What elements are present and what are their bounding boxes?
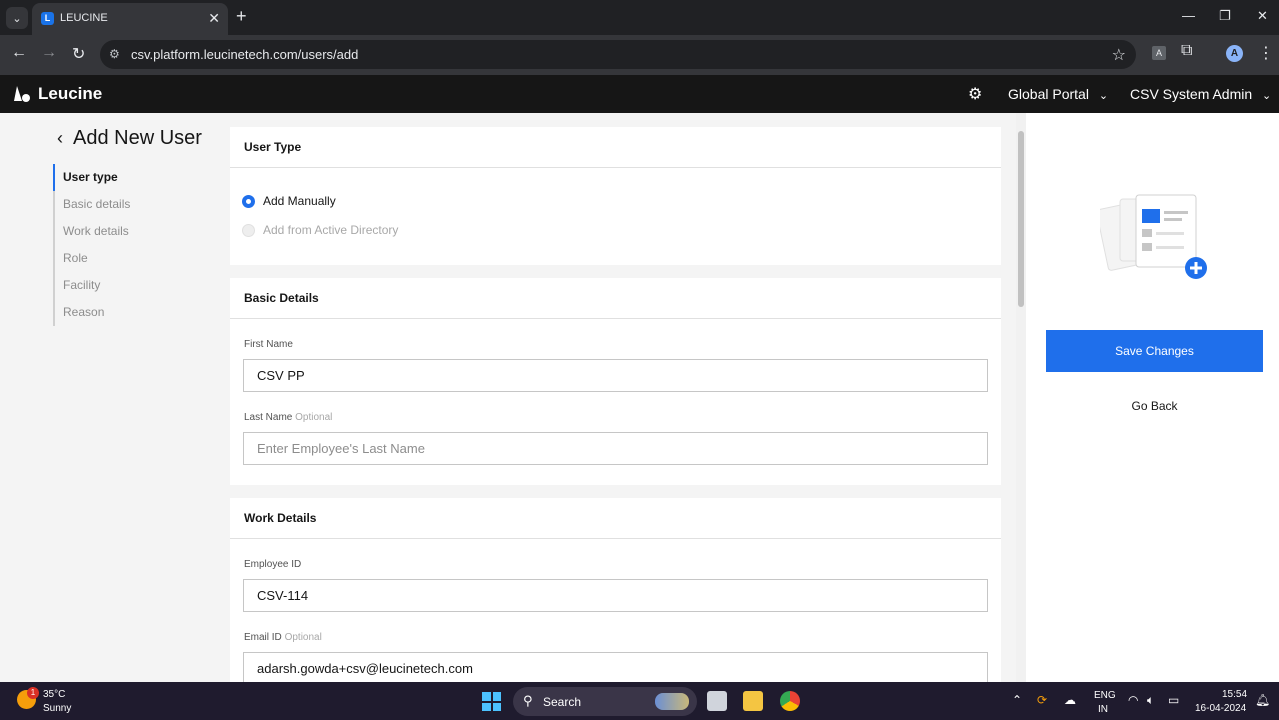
last-name-label: Last Name Optional bbox=[244, 412, 332, 423]
chevron-down-icon: ⌄ bbox=[1098, 90, 1109, 102]
step-role[interactable]: Role bbox=[55, 245, 130, 272]
weather-temperature[interactable]: 35°C bbox=[43, 689, 65, 700]
minimize-icon[interactable]: — bbox=[1182, 8, 1195, 23]
site-info-icon[interactable]: ⚙ bbox=[109, 47, 120, 61]
email-label: Email ID Optional bbox=[244, 632, 322, 643]
email-field[interactable]: adarsh.gowda+csv@leucinetech.com bbox=[243, 652, 988, 682]
file-explorer-icon[interactable] bbox=[743, 691, 763, 711]
sync-icon[interactable]: ⟳ bbox=[1037, 693, 1047, 707]
user-menu-label: CSV System Admin bbox=[1130, 86, 1253, 102]
chevron-down-icon: ⌄ bbox=[1262, 90, 1272, 102]
leucine-logo-icon bbox=[14, 86, 30, 102]
url-text[interactable]: csv.platform.leucinetech.com/users/add bbox=[131, 47, 358, 62]
app-logo-text[interactable]: Leucine bbox=[38, 84, 102, 104]
browser-tab[interactable]: L LEUCINE ✕ bbox=[32, 3, 228, 35]
basic-details-heading: Basic Details bbox=[230, 278, 1001, 319]
region-indicator[interactable]: IN bbox=[1098, 704, 1108, 715]
work-details-card: Work Details Employee ID CSV-114 Email I… bbox=[230, 498, 1001, 682]
step-work-details[interactable]: Work details bbox=[55, 218, 130, 245]
back-arrow-icon[interactable]: ← bbox=[11, 44, 27, 62]
taskbar-search-label: Search bbox=[543, 695, 582, 709]
global-portal-label: Global Portal bbox=[1008, 86, 1089, 102]
main-content: ‹ Add New User User type Basic details W… bbox=[40, 113, 1026, 682]
basic-details-card: Basic Details First Name CSV PP Last Nam… bbox=[230, 278, 1001, 485]
page-title-row: ‹ Add New User bbox=[57, 127, 202, 150]
first-name-label: First Name bbox=[244, 339, 293, 350]
user-type-heading: User Type bbox=[230, 127, 1001, 168]
window-close-icon[interactable]: ✕ bbox=[1257, 8, 1268, 24]
search-highlight-icon bbox=[655, 693, 689, 710]
last-name-label-text: Last Name bbox=[244, 412, 293, 423]
app-header: Leucine ⚙ Global Portal ⌄ CSV System Adm… bbox=[0, 75, 1279, 113]
tab-title: LEUCINE bbox=[60, 12, 108, 24]
clock-time[interactable]: 15:54 bbox=[1222, 689, 1247, 700]
windows-taskbar: 1 35°C Sunny ⚲ Search ⌃ ⟳ ☁ ENG IN ◠ 🔈︎ … bbox=[0, 682, 1279, 720]
forward-arrow-icon[interactable]: → bbox=[41, 44, 57, 62]
tab-close-icon[interactable]: ✕ bbox=[208, 10, 220, 27]
radio-add-manually-label: Add Manually bbox=[263, 194, 336, 208]
employee-id-field[interactable]: CSV-114 bbox=[243, 579, 988, 612]
clock-date[interactable]: 16-04-2024 bbox=[1195, 703, 1246, 714]
global-portal-menu[interactable]: Global Portal ⌄ bbox=[1008, 86, 1108, 102]
work-details-heading: Work Details bbox=[230, 498, 1001, 539]
go-back-button[interactable]: Go Back bbox=[1046, 393, 1263, 419]
weather-condition[interactable]: Sunny bbox=[43, 703, 71, 714]
employee-id-label: Employee ID bbox=[244, 559, 301, 570]
search-icon: ⚲ bbox=[523, 693, 533, 708]
volume-icon[interactable]: 🔈︎ bbox=[1147, 693, 1154, 708]
first-name-label-text: First Name bbox=[244, 339, 293, 350]
user-type-card: User Type Add Manually Add from Active D… bbox=[230, 127, 1001, 265]
browser-tab-bar: ⌄ L LEUCINE ✕ + — ❐ ✕ bbox=[0, 0, 1279, 35]
leucine-favicon-icon: L bbox=[41, 12, 54, 25]
last-name-field[interactable]: Enter Employee's Last Name bbox=[243, 432, 988, 465]
windows-start-icon[interactable] bbox=[482, 692, 501, 711]
scroll-thumb[interactable] bbox=[1018, 131, 1024, 307]
wifi-icon[interactable]: ◠ bbox=[1128, 693, 1138, 707]
task-view-icon[interactable] bbox=[707, 691, 727, 711]
browser-menu-icon[interactable]: ⋮ bbox=[1258, 43, 1274, 63]
radio-add-from-ad[interactable]: Add from Active Directory bbox=[242, 223, 398, 237]
tray-overflow-icon[interactable]: ⌃ bbox=[1012, 693, 1022, 707]
left-gutter bbox=[0, 113, 40, 682]
profile-avatar[interactable]: A bbox=[1226, 45, 1243, 62]
address-bar[interactable]: ⚙ csv.platform.leucinetech.com/users/add… bbox=[100, 40, 1136, 69]
back-chevron-icon[interactable]: ‹ bbox=[57, 128, 63, 149]
radio-disabled-icon[interactable] bbox=[242, 223, 255, 237]
extensions-puzzle-icon[interactable]: ⧉ bbox=[1181, 42, 1192, 60]
optional-tag: Optional bbox=[295, 412, 333, 423]
page-title: Add New User bbox=[73, 127, 202, 149]
add-user-illustration bbox=[1100, 194, 1207, 279]
first-name-field[interactable]: CSV PP bbox=[243, 359, 988, 392]
optional-tag: Optional bbox=[284, 632, 322, 643]
save-changes-button[interactable]: Save Changes bbox=[1046, 330, 1263, 372]
step-basic-details[interactable]: Basic details bbox=[55, 191, 130, 218]
user-menu[interactable]: CSV System Admin ⌄ bbox=[1130, 86, 1271, 102]
bookmark-star-icon[interactable]: ☆ bbox=[1112, 45, 1126, 65]
restore-icon[interactable]: ❐ bbox=[1219, 8, 1231, 24]
extension-icon[interactable]: A bbox=[1152, 46, 1166, 60]
new-tab-icon[interactable]: + bbox=[236, 6, 247, 27]
action-panel: Save Changes Go Back bbox=[1026, 113, 1279, 682]
tab-search-chevron-icon[interactable]: ⌄ bbox=[6, 7, 28, 29]
form-stepper: User type Basic details Work details Rol… bbox=[53, 164, 130, 326]
main-scrollbar[interactable] bbox=[1016, 113, 1026, 682]
employee-id-label-text: Employee ID bbox=[244, 559, 302, 570]
email-label-text: Email ID bbox=[244, 632, 282, 643]
battery-icon[interactable]: ▭ bbox=[1168, 693, 1179, 707]
onedrive-cloud-icon[interactable]: ☁ bbox=[1064, 693, 1076, 707]
taskbar-search[interactable]: ⚲ Search bbox=[513, 687, 697, 716]
step-reason[interactable]: Reason bbox=[55, 299, 130, 326]
step-user-type[interactable]: User type bbox=[53, 164, 130, 191]
settings-gear-icon[interactable]: ⚙ bbox=[968, 84, 982, 104]
language-indicator[interactable]: ENG bbox=[1094, 690, 1116, 701]
weather-badge: 1 bbox=[27, 687, 39, 699]
radio-selected-icon[interactable] bbox=[242, 194, 255, 208]
notification-bell-icon[interactable]: 🔔︎ bbox=[1255, 693, 1270, 707]
reload-icon[interactable]: ↻ bbox=[72, 44, 85, 64]
radio-add-manually[interactable]: Add Manually bbox=[242, 194, 336, 208]
step-facility[interactable]: Facility bbox=[55, 272, 130, 299]
radio-add-from-ad-label: Add from Active Directory bbox=[263, 223, 399, 237]
browser-toolbar: ← → ↻ ⚙ csv.platform.leucinetech.com/use… bbox=[0, 35, 1279, 75]
chrome-icon[interactable] bbox=[780, 691, 800, 711]
